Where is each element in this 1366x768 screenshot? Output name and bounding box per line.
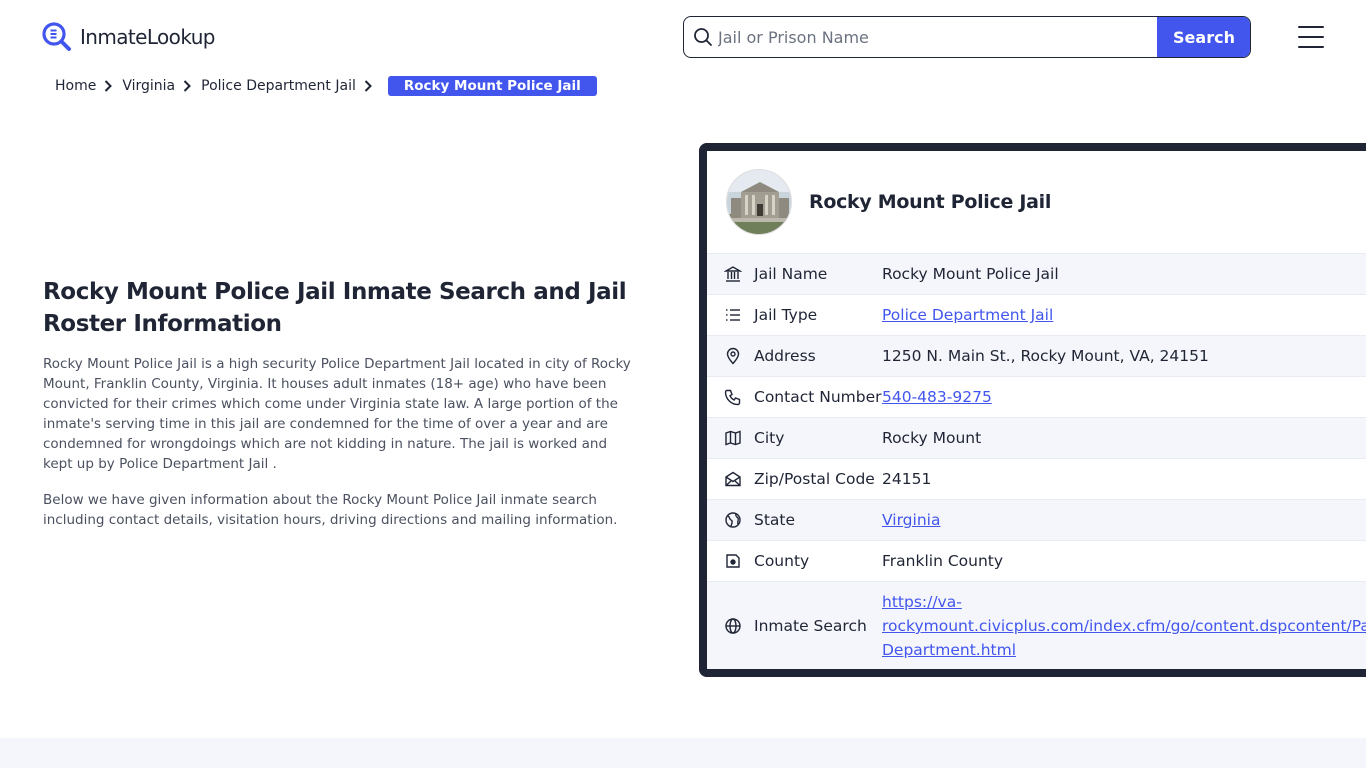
jail-info-card: Rocky Mount Police Jail Jail Name Rocky … (699, 143, 1366, 677)
map-pin-icon (707, 347, 754, 365)
card-title: Rocky Mount Police Jail (809, 191, 1052, 213)
chevron-right-icon (104, 80, 113, 92)
row-value: 1250 N. Main St., Rocky Mount, VA, 24151 (882, 347, 1209, 365)
chevron-right-icon (364, 80, 372, 92)
card-header: Rocky Mount Police Jail (707, 151, 1366, 253)
row-label: Inmate Search (754, 617, 867, 635)
mail-icon (707, 470, 754, 488)
row-value: Rocky Mount (882, 429, 982, 447)
breadcrumb: Home Virginia Police Department Jail Roc… (55, 76, 597, 96)
site-logo[interactable]: InmateLookup (42, 22, 215, 52)
link-line: https://va- (882, 593, 962, 611)
info-row-jail-type: Jail Type Police Department Jail (707, 294, 1366, 335)
map-icon (707, 429, 754, 447)
info-row-zip: Zip/Postal Code 24151 (707, 458, 1366, 499)
list-icon (707, 306, 754, 324)
row-label: State (754, 511, 796, 529)
breadcrumb-virginia[interactable]: Virginia (122, 78, 175, 94)
row-label: Zip/Postal Code (754, 470, 875, 488)
info-row-city: City Rocky Mount (707, 417, 1366, 458)
logo-magnifier-icon (42, 22, 71, 51)
breadcrumb-current: Rocky Mount Police Jail (387, 76, 597, 96)
world-icon (707, 617, 754, 635)
info-row-state: State Virginia (707, 499, 1366, 540)
hamburger-menu-icon[interactable] (1298, 26, 1324, 48)
row-label: County (754, 552, 810, 570)
description-paragraph: Rocky Mount Police Jail is a high securi… (43, 356, 631, 472)
chevron-right-icon (183, 80, 192, 92)
region-icon (707, 552, 754, 570)
info-row-county: County Franklin County (707, 540, 1366, 581)
link-line: Department.html (882, 641, 1017, 659)
row-label: Jail Type (754, 306, 818, 324)
search-button[interactable]: Search (1157, 17, 1250, 57)
info-row-inmate-search: Inmate Search https://va-rockymount.civi… (707, 581, 1366, 669)
info-row-contact-number: Contact Number 540-483-9275 (707, 376, 1366, 417)
row-label: Contact Number (754, 388, 882, 406)
breadcrumb-police-department-jail[interactable]: Police Department Jail (201, 78, 356, 94)
jail-photo (726, 169, 792, 235)
contact-number-link[interactable]: 540-483-9275 (882, 388, 992, 406)
search-input[interactable] (716, 17, 1157, 57)
phone-icon (707, 388, 754, 406)
row-value: 24151 (882, 470, 932, 488)
inmate-search-link-block: https://va-rockymount.civicplus.com/inde… (882, 590, 1366, 662)
row-value: Rocky Mount Police Jail (882, 265, 1059, 283)
search-bar: Search (683, 16, 1251, 58)
row-value: Franklin County (882, 552, 1004, 570)
search-icon (684, 17, 716, 57)
state-link[interactable]: Virginia (882, 511, 940, 529)
logo-text: InmateLookup (80, 25, 215, 49)
bank-icon (707, 265, 754, 283)
row-label: City (754, 429, 785, 447)
globe-icon (707, 511, 754, 529)
breadcrumb-home[interactable]: Home (55, 78, 96, 94)
inmate-search-link[interactable]: https://va-rockymount.civicplus.com/inde… (882, 593, 1366, 659)
row-label: Jail Name (754, 265, 828, 283)
page-title: Rocky Mount Police Jail Inmate Search an… (43, 279, 627, 337)
info-table: Jail Name Rocky Mount Police Jail Jail T… (707, 253, 1366, 669)
footer-band (0, 738, 1366, 768)
info-row-address: Address 1250 N. Main St., Rocky Mount, V… (707, 335, 1366, 376)
row-label: Address (754, 347, 816, 365)
info-row-jail-name: Jail Name Rocky Mount Police Jail (707, 253, 1366, 294)
jail-type-link[interactable]: Police Department Jail (882, 306, 1053, 324)
link-line: rockymount.civicplus.com/index.cfm/go/co… (882, 617, 1366, 635)
description-paragraph-2: Below we have given information about th… (43, 492, 618, 528)
